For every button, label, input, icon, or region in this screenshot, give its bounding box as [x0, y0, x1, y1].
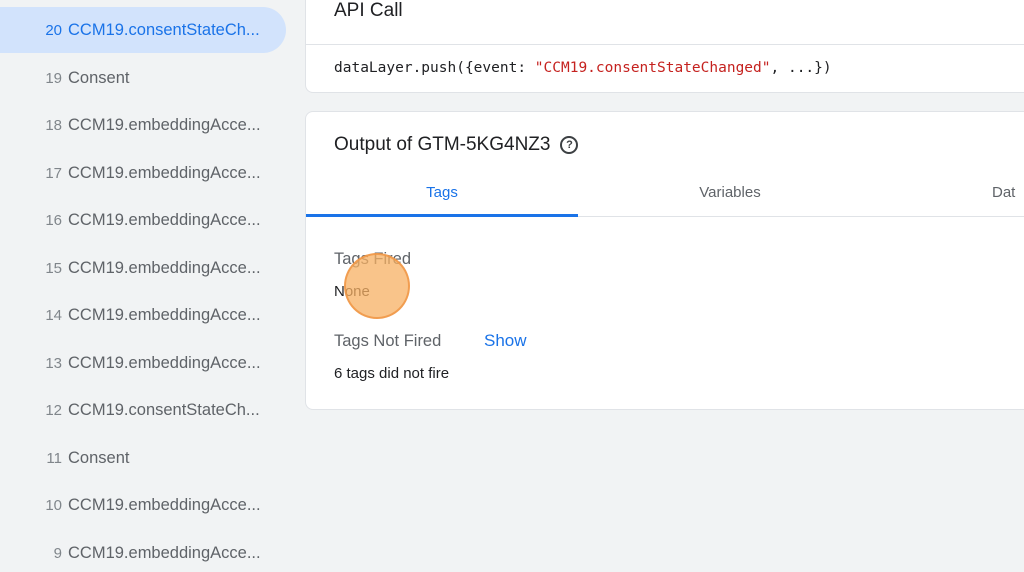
- event-item-15[interactable]: 15 CCM19.embeddingAcce...: [0, 245, 286, 291]
- event-item-19[interactable]: 19 Consent: [0, 55, 286, 101]
- event-item-14[interactable]: 14 CCM19.embeddingAcce...: [0, 292, 286, 338]
- event-label: CCM19.embeddingAcce...: [68, 353, 261, 372]
- event-number: 16: [45, 211, 62, 229]
- event-number: 15: [45, 259, 62, 277]
- tab-tags-label: Tags: [426, 184, 458, 201]
- event-number: 10: [45, 496, 62, 514]
- event-label: CCM19.embeddingAcce...: [68, 543, 261, 562]
- event-label: CCM19.embeddingAcce...: [68, 163, 261, 182]
- event-number: 19: [45, 69, 62, 87]
- event-label: CCM19.embeddingAcce...: [68, 258, 261, 277]
- event-number: 14: [45, 306, 62, 324]
- output-tabs: Tags Variables Dat: [306, 170, 1024, 217]
- event-number: 20: [45, 21, 62, 39]
- tags-fired-value: None: [334, 283, 370, 300]
- event-label: CCM19.embeddingAcce...: [68, 115, 261, 134]
- event-label: CCM19.embeddingAcce...: [68, 495, 261, 514]
- gtm-preview-screen: 20 CCM19.consentStateCh... 19 Consent 18…: [0, 0, 1024, 572]
- show-tags-not-fired-link[interactable]: Show: [484, 331, 527, 351]
- event-item-11[interactable]: 11 Consent: [0, 435, 286, 481]
- event-number: 17: [45, 164, 62, 182]
- event-item-18[interactable]: 18 CCM19.embeddingAcce...: [0, 102, 286, 148]
- output-title: Output of GTM-5KG4NZ3 ?: [334, 134, 579, 156]
- tab-variables[interactable]: Variables: [594, 170, 866, 216]
- event-label: CCM19.embeddingAcce...: [68, 305, 261, 324]
- api-call-code: dataLayer.push({event: "CCM19.consentSta…: [334, 60, 832, 76]
- code-suffix: , ...}): [770, 60, 832, 76]
- help-circle-icon[interactable]: ?: [560, 136, 579, 154]
- tab-variables-label: Variables: [699, 184, 761, 201]
- event-number: 12: [45, 401, 62, 419]
- event-label: CCM19.consentStateCh...: [68, 20, 260, 39]
- tab-tags[interactable]: Tags: [306, 170, 578, 216]
- tags-not-fired-value: 6 tags did not fire: [334, 365, 450, 382]
- active-tab-indicator: [306, 214, 578, 217]
- event-number: 13: [45, 354, 62, 372]
- event-label: Consent: [68, 448, 130, 467]
- event-label: CCM19.consentStateCh...: [68, 400, 260, 419]
- event-number: 18: [45, 116, 62, 134]
- tags-fired-label: Tags Fired: [334, 250, 412, 268]
- output-card: Output of GTM-5KG4NZ3 ? Tags Variables D…: [305, 111, 1024, 410]
- tab-data-layer[interactable]: Dat: [992, 170, 1024, 216]
- event-label: Consent: [68, 68, 130, 87]
- code-prefix: dataLayer.push({event:: [334, 60, 535, 76]
- code-event-string: "CCM19.consentStateChanged": [534, 60, 771, 76]
- tab-data-layer-label: Dat: [992, 184, 1016, 201]
- event-item-16[interactable]: 16 CCM19.embeddingAcce...: [0, 197, 286, 243]
- api-call-card: API Call dataLayer.push({event: "CCM19.c…: [305, 0, 1024, 93]
- divider: [306, 44, 1024, 45]
- event-number: 9: [53, 544, 62, 562]
- event-item-9[interactable]: 9 CCM19.embeddingAcce...: [0, 530, 286, 572]
- api-call-title: API Call: [334, 0, 403, 21]
- event-sidebar: 20 CCM19.consentStateCh... 19 Consent 18…: [0, 0, 292, 572]
- tags-not-fired-label: Tags Not Fired: [334, 332, 442, 350]
- output-title-text: Output of GTM-5KG4NZ3: [334, 134, 551, 155]
- event-number: 11: [46, 449, 62, 467]
- event-item-10[interactable]: 10 CCM19.embeddingAcce...: [0, 482, 286, 528]
- event-item-17[interactable]: 17 CCM19.embeddingAcce...: [0, 150, 286, 196]
- event-label: CCM19.embeddingAcce...: [68, 210, 261, 229]
- event-item-20[interactable]: 20 CCM19.consentStateCh...: [0, 7, 286, 53]
- event-item-13[interactable]: 13 CCM19.embeddingAcce...: [0, 340, 286, 386]
- event-item-12[interactable]: 12 CCM19.consentStateCh...: [0, 387, 286, 433]
